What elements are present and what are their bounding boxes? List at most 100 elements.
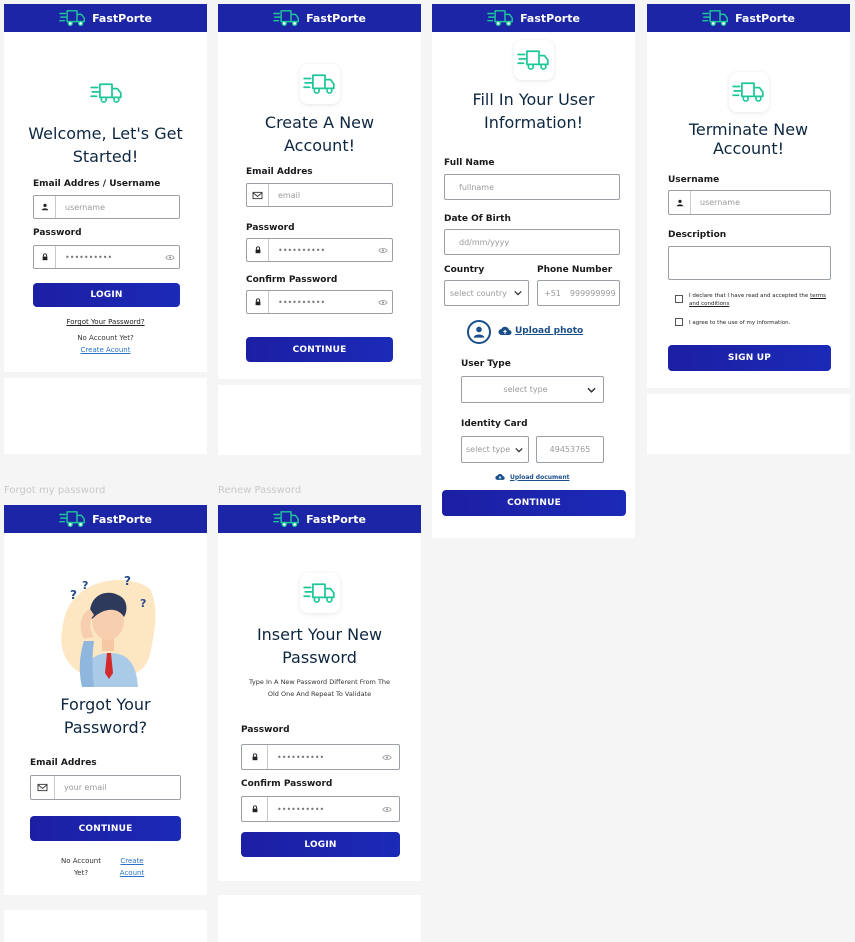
user-icon: [34, 196, 56, 218]
page-title: Forgot Your Password?: [60, 695, 151, 737]
terms-checkbox[interactable]: [675, 295, 683, 303]
country-select[interactable]: select country: [444, 280, 529, 306]
eye-icon[interactable]: [375, 754, 399, 761]
svg-text:?: ?: [140, 597, 146, 610]
truck-logo-icon: [303, 73, 336, 95]
page-title: Welcome, Let's Get Started!: [28, 124, 183, 166]
chevron-down-icon: [579, 387, 603, 393]
username-label: Username: [668, 175, 720, 185]
svg-text:?: ?: [70, 588, 77, 602]
eye-icon[interactable]: [161, 254, 179, 261]
password-field[interactable]: ••••••••••: [33, 245, 180, 269]
forgot-password-caption: Forgot my password: [4, 485, 106, 496]
password-field[interactable]: ••••••••••: [241, 744, 400, 770]
create-account-link[interactable]: Create Acount: [112, 855, 152, 879]
fullname-label: Full Name: [444, 158, 495, 168]
chevron-down-icon: [514, 290, 528, 296]
app-header: FastPorte: [4, 505, 207, 533]
cloud-upload-icon: [495, 473, 505, 481]
spacer-card: [4, 910, 207, 942]
password-field[interactable]: ••••••••••: [246, 238, 393, 262]
app-header: FastPorte: [218, 4, 421, 32]
renew-password-caption: Renew Password: [218, 485, 302, 496]
upload-photo-link[interactable]: Upload photo: [498, 326, 583, 336]
password-label: Password: [246, 223, 295, 233]
page-title: Insert Your New Password: [256, 625, 383, 667]
no-account-text: No Account Yet?: [77, 334, 134, 342]
truck-logo-icon: [273, 9, 300, 27]
description-field[interactable]: [668, 246, 831, 280]
cloud-upload-icon: [498, 326, 512, 336]
eye-icon[interactable]: [374, 247, 392, 254]
username-field[interactable]: username: [668, 190, 831, 215]
renew-password-screen: FastPorte Insert Your New Password Type …: [218, 505, 421, 881]
app-header: FastPorte: [432, 4, 635, 32]
app-header: FastPorte: [218, 505, 421, 533]
login-button[interactable]: LOGIN: [33, 283, 180, 307]
brand-name: FastPorte: [92, 512, 152, 526]
brand-name: FastPorte: [306, 512, 366, 526]
continue-button[interactable]: CONTINUE: [442, 490, 626, 516]
truck-logo-icon: [303, 582, 336, 604]
continue-button[interactable]: CONTINUE: [30, 816, 181, 841]
truck-logo-icon: [90, 82, 123, 104]
terms-link[interactable]: terms: [810, 293, 826, 299]
user-type-select[interactable]: select type: [461, 376, 604, 403]
user-info-screen: FastPorte Fill In Your User Information!…: [432, 4, 635, 538]
signup-button[interactable]: SIGN UP: [668, 345, 831, 371]
email-field[interactable]: your email: [30, 775, 181, 800]
lock-icon: [242, 745, 268, 769]
create-account-screen: FastPorte Create A New Account! Email Ad…: [218, 4, 421, 379]
description-label: Description: [668, 230, 727, 240]
id-number-field[interactable]: 49453765: [536, 436, 604, 463]
truck-logo-icon: [732, 81, 765, 103]
spacer-card: [218, 895, 421, 942]
logo-box: [299, 64, 340, 104]
svg-text:?: ?: [124, 574, 131, 588]
truck-logo-icon: [487, 9, 514, 27]
country-label: Country: [444, 265, 485, 275]
profile-photo-icon[interactable]: [467, 320, 491, 344]
svg-text:?: ?: [82, 579, 88, 592]
create-account-link[interactable]: Create Acount: [4, 346, 207, 354]
truck-logo-icon: [59, 9, 86, 27]
spacer-card: [218, 385, 421, 455]
phone-field[interactable]: +51 999999999: [537, 280, 620, 306]
dob-field[interactable]: dd/mm/yyyy: [444, 229, 620, 255]
eye-icon[interactable]: [375, 806, 399, 813]
no-account-text: No Account Yet?: [60, 857, 101, 877]
app-header: FastPorte: [647, 4, 850, 32]
brand-name: FastPorte: [520, 11, 580, 25]
mail-icon: [247, 184, 269, 206]
eye-icon[interactable]: [374, 299, 392, 306]
lock-icon: [34, 246, 56, 268]
confused-person-illustration: ? ? ? ?: [61, 574, 156, 687]
terms-text: I declare that I have read and accepted …: [689, 293, 826, 307]
logo-box: [299, 573, 340, 613]
login-button[interactable]: LOGIN: [241, 832, 400, 857]
agree-checkbox[interactable]: [675, 318, 683, 326]
fullname-field[interactable]: fullname: [444, 174, 620, 200]
terminate-account-screen: FastPorte Terminate New Account! Usernam…: [647, 4, 850, 388]
password-label: Password: [241, 725, 290, 735]
lock-icon: [247, 239, 269, 261]
chevron-down-icon: [515, 447, 528, 453]
dob-label: Date Of Birth: [444, 214, 511, 224]
page-title: Create A New Account!: [264, 113, 375, 155]
continue-button[interactable]: CONTINUE: [246, 337, 393, 362]
page-title: Terminate New Account!: [688, 120, 809, 158]
login-screen: FastPorte Welcome, Let's Get Started! Em…: [4, 4, 207, 372]
logo-box: [513, 40, 554, 80]
email-label: Email Addres / Username: [33, 179, 161, 189]
confirm-password-field[interactable]: ••••••••••: [246, 290, 393, 314]
email-field[interactable]: email: [246, 183, 393, 207]
forgot-password-link[interactable]: Forgot Your Password?: [4, 318, 207, 326]
id-type-select[interactable]: select type: [461, 436, 529, 463]
upload-document-link[interactable]: Upload document: [495, 473, 569, 481]
password-label: Password: [33, 228, 82, 238]
username-field[interactable]: username: [33, 195, 180, 219]
subtitle: Type In A New Password Different From Th…: [248, 678, 391, 698]
confirm-password-field[interactable]: ••••••••••: [241, 796, 400, 822]
truck-logo-icon: [702, 9, 729, 27]
conditions-link[interactable]: and conditions: [689, 301, 729, 307]
